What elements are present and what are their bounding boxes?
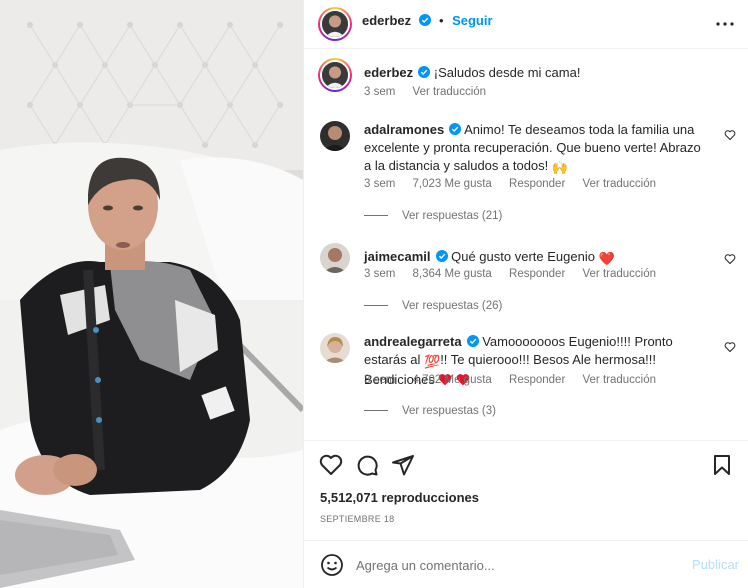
verified-badge-icon — [418, 66, 431, 78]
replies-divider — [364, 215, 388, 217]
translate-link[interactable]: Ver traducción — [582, 178, 656, 190]
caption-avatar[interactable] — [318, 58, 352, 92]
commenter-avatar-image — [320, 333, 350, 363]
like-heart-icon[interactable] — [319, 453, 343, 477]
comment-username[interactable]: jaimecamil — [364, 249, 431, 264]
caption-translate-link[interactable]: Ver traducción — [413, 86, 487, 98]
comments-list[interactable]: ederbez ¡Saludos desde mi cama! 3 sem Ve… — [304, 49, 748, 439]
author-avatar[interactable] — [318, 7, 352, 41]
replies-divider — [364, 410, 388, 412]
view-replies-button[interactable]: Ver respuestas (21) — [364, 210, 502, 222]
comment-composer: Publicar — [304, 540, 748, 588]
comment-input[interactable] — [356, 553, 676, 577]
raised-hands-emoji: 🙌 — [551, 160, 569, 175]
translate-link[interactable]: Ver traducción — [582, 268, 656, 280]
caption-time[interactable]: 3 sem — [364, 86, 395, 98]
caption-username[interactable]: ederbez — [364, 65, 413, 80]
post-date[interactable]: SEPTIEMBRE 18 — [320, 514, 394, 524]
follow-button[interactable]: Seguir — [452, 13, 492, 28]
post-header: ederbez • Seguir — [304, 0, 748, 49]
comment-avatar[interactable] — [320, 243, 350, 273]
view-replies-button[interactable]: Ver respuestas (26) — [364, 300, 502, 312]
comment-text: Qué gusto verte Eugenio — [451, 249, 595, 264]
comment-item: adalramones Animo! Te deseamos toda la f… — [320, 121, 740, 222]
post-details-panel: ederbez • Seguir ederbez ¡Saludos desde … — [303, 0, 748, 588]
red-heart-emoji: ❤️ — [598, 251, 615, 266]
more-options-icon[interactable] — [715, 14, 735, 34]
reply-button[interactable]: Responder — [509, 268, 565, 280]
replies-divider — [364, 305, 388, 307]
view-replies-button[interactable]: Ver respuestas (3) — [364, 405, 496, 417]
comment-item: jaimecamil Qué gusto verte Eugenio ❤️ 3 … — [320, 243, 740, 313]
comment-username[interactable]: adalramones — [364, 122, 444, 137]
publish-button[interactable]: Publicar — [692, 557, 739, 572]
view-replies-label: Ver respuestas (26) — [402, 300, 503, 312]
view-replies-label: Ver respuestas (21) — [402, 210, 503, 222]
verified-badge-icon — [449, 123, 462, 135]
author-username[interactable]: ederbez — [362, 13, 411, 28]
comment-username[interactable]: andrealegarreta — [364, 334, 462, 349]
view-count[interactable]: 5,512,071 reproducciones — [320, 490, 479, 505]
comment-bubble-icon[interactable] — [355, 453, 379, 477]
verified-badge-icon — [418, 14, 431, 26]
comment-time[interactable]: 3 sem — [364, 374, 395, 386]
reply-button[interactable]: Responder — [509, 374, 565, 386]
caption-avatar-image — [322, 62, 348, 88]
comment-time[interactable]: 3 sem — [364, 268, 395, 280]
commenter-avatar-image — [320, 121, 350, 151]
separator-dot: • — [439, 13, 444, 28]
save-bookmark-icon[interactable] — [710, 453, 734, 477]
emoji-smiley-icon[interactable] — [320, 553, 344, 577]
reply-button[interactable]: Responder — [509, 178, 565, 190]
verified-badge-icon — [466, 335, 479, 347]
verified-badge-icon — [435, 250, 448, 262]
post-video-frame — [0, 0, 303, 588]
share-send-icon[interactable] — [391, 453, 415, 477]
hundred-points-emoji: 💯 — [424, 354, 441, 369]
comment-likes[interactable]: 8,364 Me gusta — [413, 268, 492, 280]
author-avatar-image — [322, 11, 348, 37]
comment-time[interactable]: 3 sem — [364, 178, 395, 190]
like-comment-heart-icon[interactable] — [724, 253, 736, 265]
caption: ederbez ¡Saludos desde mi cama! 3 sem Ve… — [318, 58, 740, 106]
view-replies-label: Ver respuestas (3) — [402, 405, 496, 417]
like-comment-heart-icon[interactable] — [724, 341, 736, 353]
comment-avatar[interactable] — [320, 121, 350, 151]
caption-text: ¡Saludos desde mi cama! — [433, 65, 581, 80]
comment-likes[interactable]: 7,023 Me gusta — [413, 178, 492, 190]
translate-link[interactable]: Ver traducción — [582, 374, 656, 386]
commenter-avatar-image — [320, 243, 350, 273]
like-comment-heart-icon[interactable] — [724, 129, 736, 141]
comment-likes[interactable]: 4,702 Me gusta — [413, 374, 492, 386]
post-media[interactable] — [0, 0, 303, 588]
comment-item: andrealegarreta Vamooooooos Eugenio!!!! … — [320, 333, 740, 423]
comment-avatar[interactable] — [320, 333, 350, 363]
post-actions-bar — [304, 440, 748, 490]
